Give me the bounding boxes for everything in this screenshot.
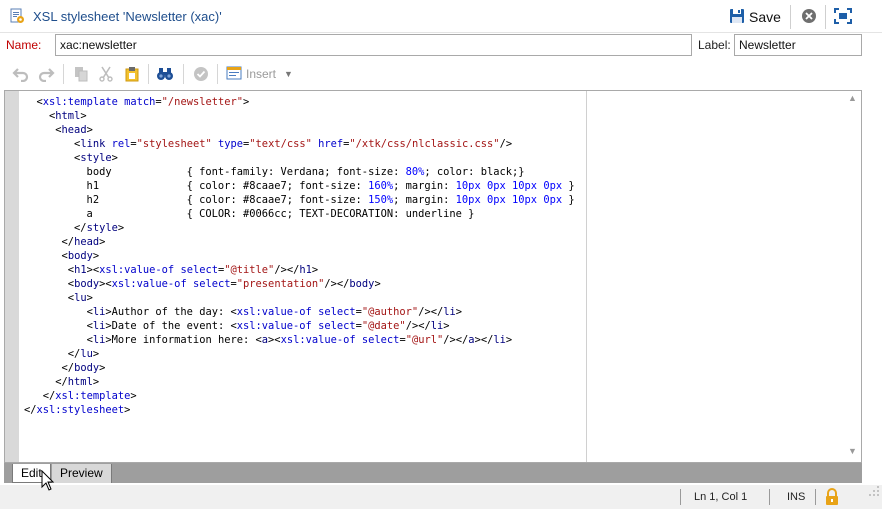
code-line: <lu> [67, 292, 93, 304]
close-icon[interactable] [801, 8, 817, 24]
code-line: </head> [61, 236, 106, 248]
code-line: h2 { color: #8caae7; font-size: 150%; ma… [24, 194, 575, 206]
code-line: <li>Author of the day: <xsl:value-of sel… [86, 306, 463, 318]
code-line: </html> [55, 376, 100, 388]
insert-icon [226, 66, 242, 83]
save-button[interactable]: Save [729, 6, 781, 28]
lock-icon [824, 488, 840, 506]
code-line: <head> [55, 124, 93, 136]
code-content[interactable]: <xsl:template match="/newsletter"> <html… [24, 95, 575, 417]
undo-icon[interactable] [12, 65, 30, 83]
cut-icon[interactable] [97, 65, 115, 83]
vertical-scrollbar[interactable]: ▲ ▼ [844, 91, 861, 462]
validate-icon[interactable] [192, 65, 210, 83]
code-line: <body> [61, 250, 100, 262]
status-separator [815, 489, 816, 505]
redo-icon[interactable] [37, 65, 55, 83]
scroll-down-icon[interactable]: ▼ [844, 446, 861, 460]
resize-grip-icon[interactable] [868, 485, 880, 497]
save-label: Save [749, 9, 781, 25]
code-editor[interactable]: <xsl:template match="/newsletter"> <html… [4, 90, 862, 463]
insert-label: Insert [246, 67, 277, 81]
floppy-disk-icon [729, 8, 745, 27]
code-line: <li>More information here: <a><xsl:value… [86, 334, 513, 346]
code-line: a { COLOR: #0066cc; TEXT-DECORATION: und… [24, 208, 475, 220]
status-separator [769, 489, 770, 505]
code-line: <li>Date of the event: <xsl:value-of sel… [86, 320, 450, 332]
code-line: </lu> [67, 348, 100, 360]
code-line: <xsl:template match="/newsletter"> [36, 96, 250, 108]
toolbar-separator [63, 64, 64, 84]
cursor-position: Ln 1, Col 1 [694, 491, 748, 503]
toolbar-separator [217, 64, 218, 84]
paste-icon[interactable] [123, 65, 141, 83]
code-line: </body> [61, 362, 106, 374]
title-bar: XSL stylesheet 'Newsletter (xac)' Save [0, 0, 882, 33]
code-line: <h1><xsl:value-of select="@title"/></h1> [67, 264, 319, 276]
toolbar-separator [183, 64, 184, 84]
title-separator [825, 5, 826, 29]
code-line: body { font-family: Verdana; font-size: … [24, 166, 525, 178]
maximize-icon[interactable] [834, 8, 852, 24]
status-bar: Ln 1, Col 1 INS [0, 485, 882, 509]
editor-gutter [5, 91, 19, 462]
copy-icon[interactable] [72, 65, 90, 83]
title-separator [790, 5, 791, 29]
code-line: </style> [74, 222, 125, 234]
status-separator [680, 489, 681, 505]
scroll-up-icon[interactable]: ▲ [844, 93, 861, 107]
code-line: </xsl:stylesheet> [24, 404, 131, 416]
name-field[interactable] [55, 34, 692, 56]
insert-button[interactable]: Insert ▼ [226, 65, 293, 83]
code-line: h1 { color: #8caae7; font-size: 160%; ma… [24, 180, 575, 192]
name-label: Name: [6, 38, 42, 52]
label-field[interactable] [734, 34, 862, 56]
binoculars-icon[interactable] [156, 65, 174, 83]
toolbar-separator [148, 64, 149, 84]
window-bottom-edge [0, 509, 882, 519]
right-margin-guide [586, 91, 587, 462]
code-line: <style> [74, 152, 118, 164]
editor-toolbar: Insert ▼ [0, 59, 882, 87]
editor-tab-bar: Edit Preview [4, 463, 862, 483]
xsl-document-icon [9, 8, 25, 24]
label-label: Label: [698, 38, 731, 52]
window-title: XSL stylesheet 'Newsletter (xac)' [33, 9, 222, 24]
chevron-down-icon: ▼ [284, 69, 293, 79]
identity-row: Name: Label: [0, 33, 882, 58]
code-line: <link rel="stylesheet" type="text/css" h… [74, 138, 513, 150]
code-line: <html> [49, 110, 87, 122]
code-line: </xsl:template> [42, 390, 137, 402]
insert-mode-indicator: INS [787, 491, 806, 503]
tab-preview[interactable]: Preview [52, 464, 112, 483]
tab-edit[interactable]: Edit [12, 464, 51, 483]
code-line: <body><xsl:value-of select="presentation… [67, 278, 381, 290]
